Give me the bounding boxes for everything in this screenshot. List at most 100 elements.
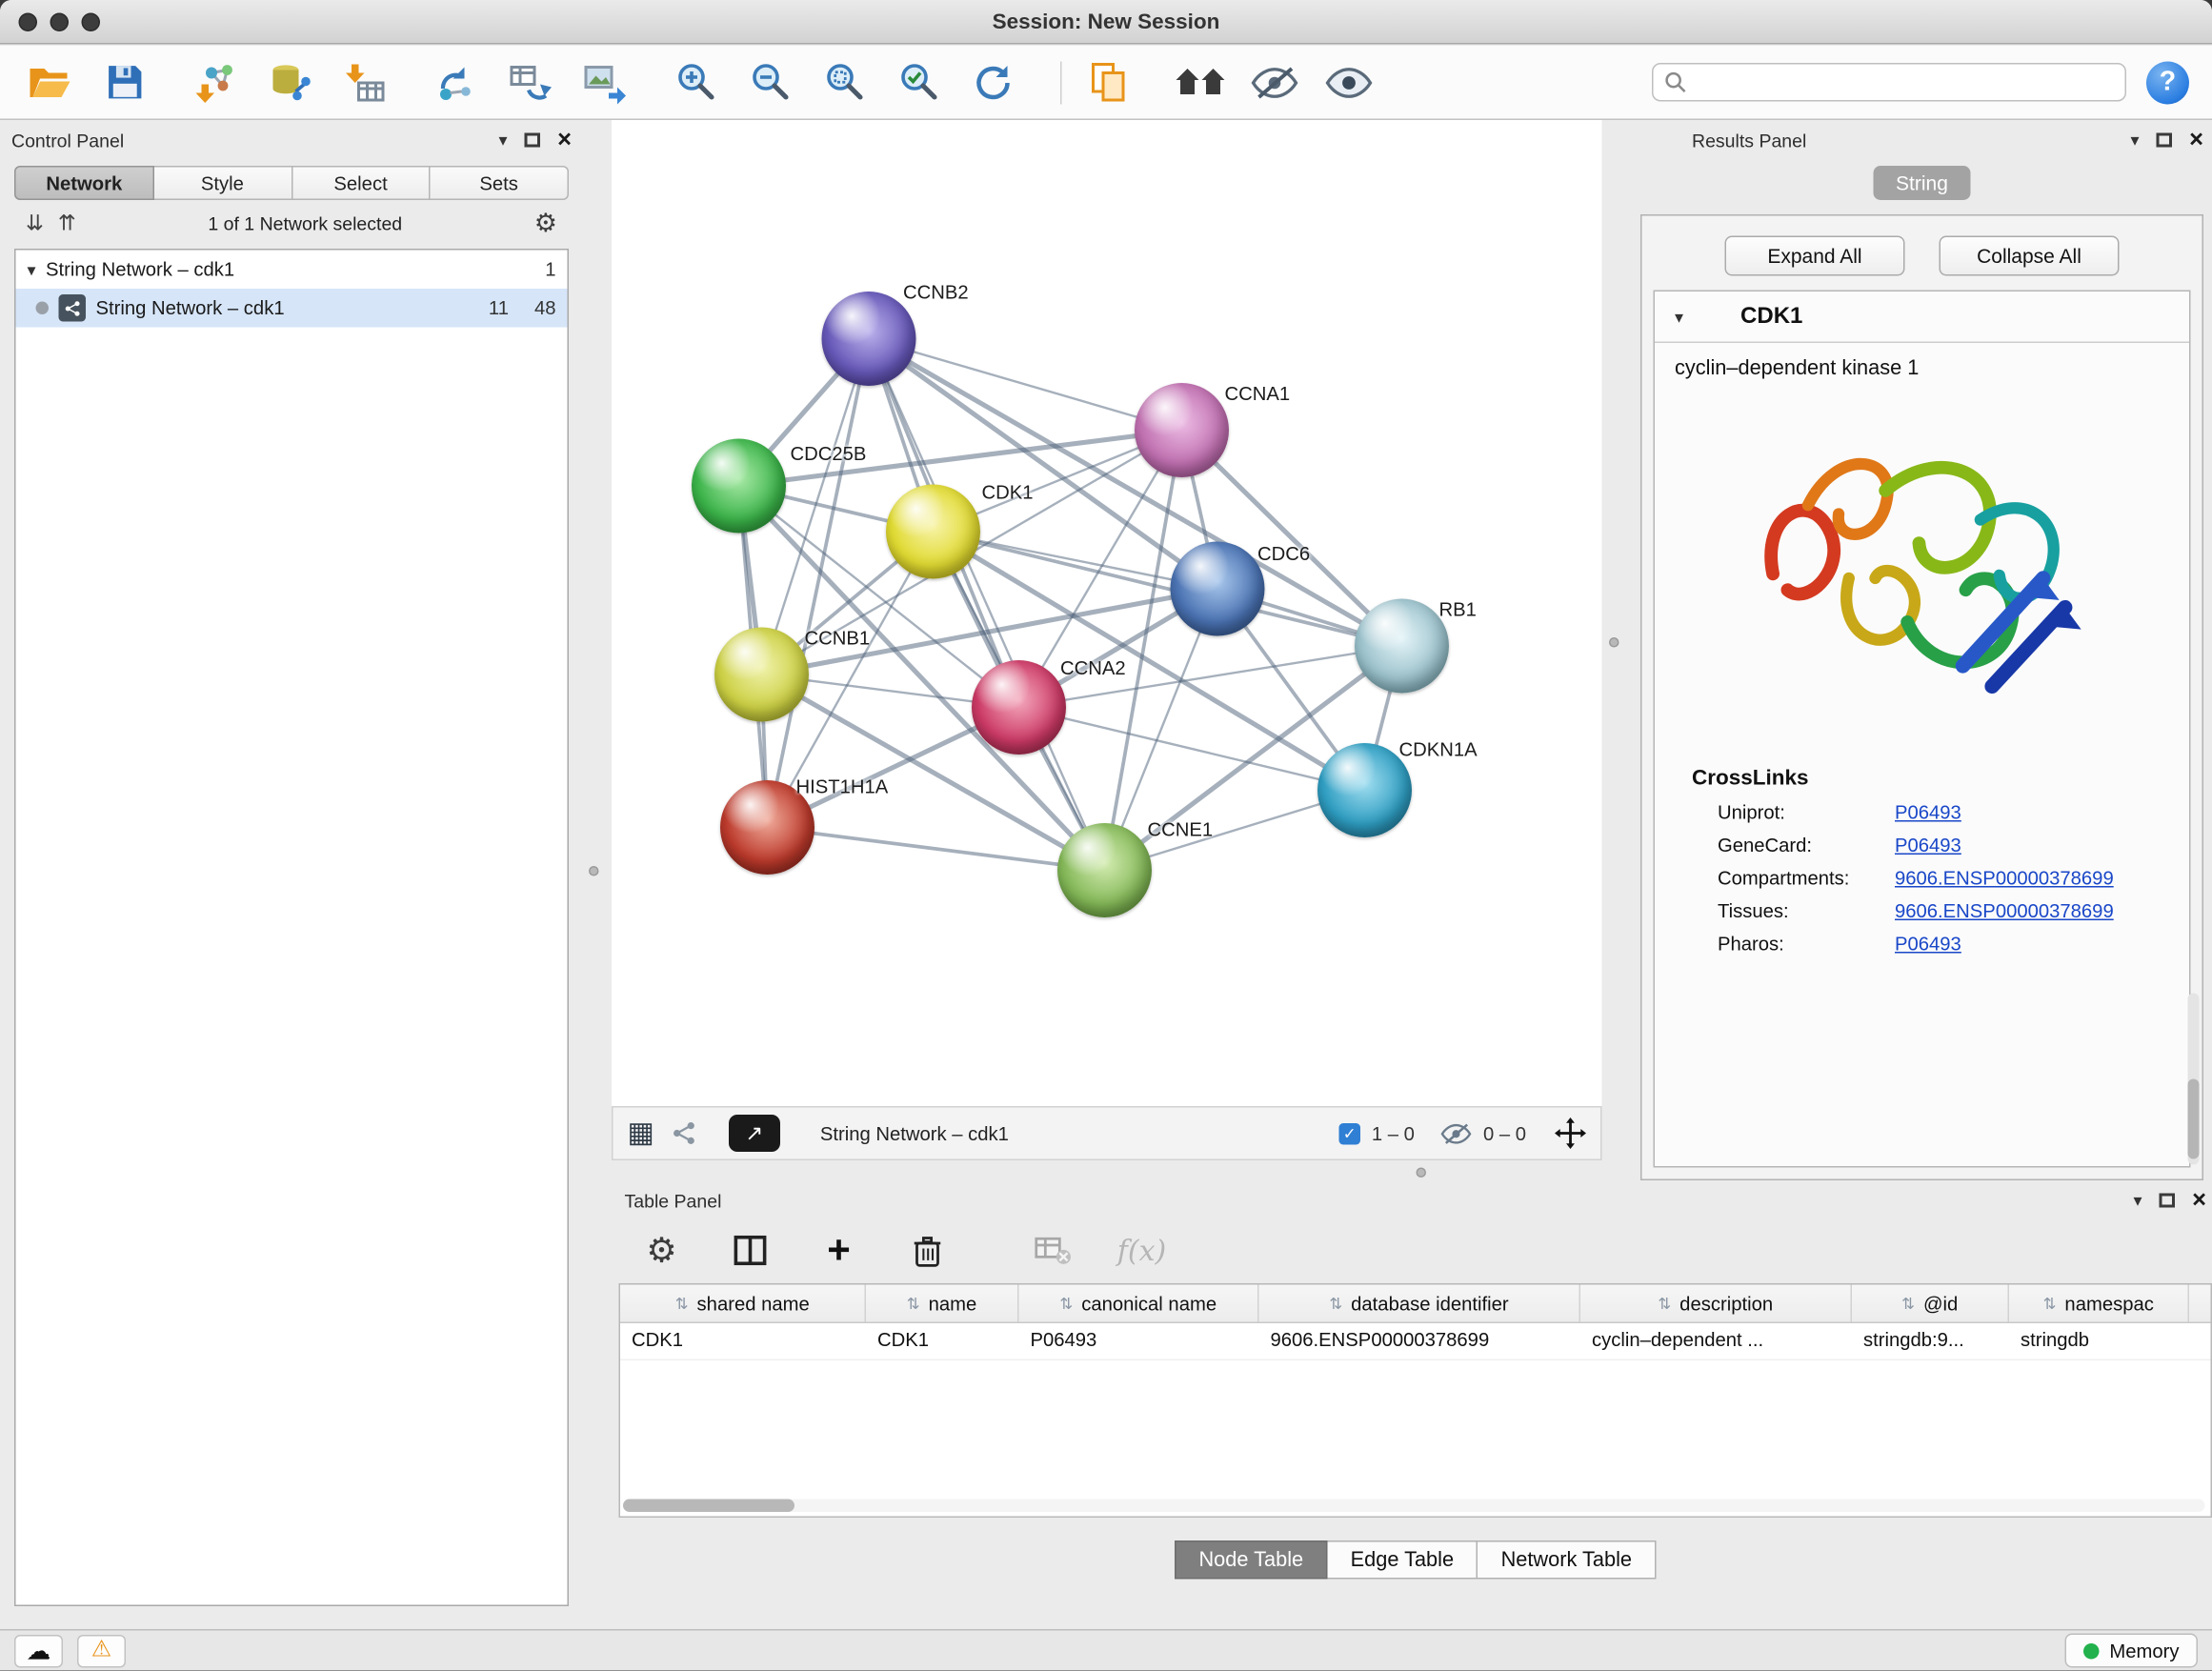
tab-sets[interactable]: Sets xyxy=(431,166,569,200)
maximize-window-button[interactable] xyxy=(82,13,101,32)
crosslink-value-link[interactable]: P06493 xyxy=(1895,835,1961,856)
move-crosshair-icon[interactable] xyxy=(1555,1117,1586,1149)
show-columns-icon[interactable] xyxy=(728,1228,774,1274)
table-settings-gear-icon[interactable]: ⚙ xyxy=(639,1228,685,1274)
tab-network[interactable]: Network xyxy=(14,166,154,200)
network-node-cdk1[interactable] xyxy=(886,485,980,579)
birds-eye-view-button[interactable]: ↗ xyxy=(729,1115,780,1152)
panel-menu-icon[interactable]: ▾ xyxy=(499,131,508,151)
selected-checkbox-icon[interactable]: ✓ xyxy=(1338,1122,1360,1144)
splitter-handle[interactable] xyxy=(589,866,599,876)
table-horizontal-scrollbar[interactable] xyxy=(623,1500,2205,1513)
new-network-from-selection-button[interactable] xyxy=(429,55,483,110)
table-tabs: Node TableEdge TableNetwork Table xyxy=(619,1540,2212,1580)
float-panel-icon[interactable] xyxy=(525,133,541,148)
column-header[interactable]: ⇅name xyxy=(866,1285,1019,1322)
sort-icon: ⇅ xyxy=(1901,1294,1915,1313)
tab-edge-table[interactable]: Edge Table xyxy=(1328,1540,1478,1580)
column-header[interactable]: ⇅namespac xyxy=(2009,1285,2189,1322)
tab-string[interactable]: String xyxy=(1873,166,1971,200)
first-neighbors-button[interactable] xyxy=(1174,55,1228,110)
warnings-button[interactable]: ⚠ xyxy=(77,1634,126,1667)
network-node-cdc6[interactable] xyxy=(1171,542,1265,636)
tab-node-table[interactable]: Node Table xyxy=(1175,1540,1328,1580)
import-network-from-file-button[interactable] xyxy=(189,55,243,110)
zoom-in-button[interactable] xyxy=(669,55,723,110)
delete-column-icon[interactable] xyxy=(905,1228,951,1274)
crosslink-value-link[interactable]: 9606.ENSP00000378699 xyxy=(1895,868,2114,890)
save-session-button[interactable] xyxy=(97,55,151,110)
column-header[interactable]: ⇅description xyxy=(1580,1285,1852,1322)
column-header[interactable]: ⇅canonical name xyxy=(1019,1285,1259,1322)
panel-menu-icon[interactable]: ▾ xyxy=(2131,131,2140,151)
zoom-out-button[interactable] xyxy=(743,55,797,110)
crosslink-value-link[interactable]: 9606.ENSP00000378699 xyxy=(1895,900,2114,922)
collapse-all-networks-icon[interactable]: ⇈ xyxy=(58,211,76,236)
share-network-icon[interactable] xyxy=(672,1120,697,1146)
network-node-ccna2[interactable] xyxy=(972,660,1066,755)
float-panel-icon[interactable] xyxy=(2160,1194,2176,1208)
network-edge[interactable] xyxy=(768,339,870,828)
column-header[interactable]: ⇅shared name xyxy=(620,1285,866,1322)
tab-network-table[interactable]: Network Table xyxy=(1478,1540,1657,1580)
network-row[interactable]: String Network – cdk1 11 48 xyxy=(16,289,568,328)
network-canvas[interactable]: CCNB2CCNA1CDC25BCDK1CDC6RB1CCNB1CCNA2CDK… xyxy=(612,120,1602,1106)
network-node-ccna1[interactable] xyxy=(1135,383,1229,477)
results-scrollbar-thumb[interactable] xyxy=(2188,1079,2200,1159)
network-node-ccnb2[interactable] xyxy=(822,292,916,386)
hide-selected-button[interactable] xyxy=(1248,55,1302,110)
tab-style[interactable]: Style xyxy=(154,166,292,200)
search-input[interactable] xyxy=(1695,70,2114,95)
grid-view-icon[interactable]: ▦ xyxy=(628,1119,654,1148)
collapse-all-button[interactable]: Collapse All xyxy=(1940,236,2120,276)
minimize-window-button[interactable] xyxy=(50,13,70,32)
expand-all-networks-icon[interactable]: ⇊ xyxy=(26,211,44,236)
float-panel-icon[interactable] xyxy=(2157,133,2173,148)
splitter-handle[interactable] xyxy=(1609,637,1619,648)
close-window-button[interactable] xyxy=(19,13,38,32)
crosslink-value-link[interactable]: P06493 xyxy=(1895,934,1961,956)
close-panel-icon[interactable]: × xyxy=(2189,133,2203,148)
tab-select[interactable]: Select xyxy=(292,166,431,200)
open-session-button[interactable] xyxy=(23,55,77,110)
table-scrollbar-thumb[interactable] xyxy=(623,1500,794,1513)
network-node-ccnb1[interactable] xyxy=(714,628,809,722)
network-node-label: CDK1 xyxy=(982,482,1034,504)
refresh-view-button[interactable] xyxy=(966,55,1020,110)
copy-button[interactable] xyxy=(1082,55,1136,110)
add-column-icon[interactable]: + xyxy=(816,1228,862,1274)
zoom-fit-button[interactable] xyxy=(817,55,872,110)
zoom-selected-button[interactable] xyxy=(892,55,946,110)
close-panel-icon[interactable]: × xyxy=(2192,1194,2206,1208)
section-collapse-icon[interactable]: ▾ xyxy=(1675,307,1683,327)
network-collection-row[interactable]: ▾ String Network – cdk1 1 xyxy=(16,251,568,290)
column-header[interactable]: ⇅@id xyxy=(1852,1285,2009,1322)
close-panel-icon[interactable]: × xyxy=(557,133,572,148)
network-node-rb1[interactable] xyxy=(1355,599,1449,694)
splitter-handle[interactable] xyxy=(1417,1168,1427,1178)
results-scrollbar[interactable] xyxy=(2188,994,2200,1165)
arrow-out-icon: ↗ xyxy=(745,1120,763,1146)
import-table-from-file-button[interactable] xyxy=(337,55,392,110)
network-edge[interactable] xyxy=(869,339,1182,431)
network-node-ccne1[interactable] xyxy=(1057,823,1152,917)
column-header[interactable]: ⇅database identifier xyxy=(1259,1285,1581,1322)
network-node-cdc25b[interactable] xyxy=(692,439,786,534)
crosslink-value-link[interactable]: P06493 xyxy=(1895,802,1961,824)
table-to-network-button[interactable] xyxy=(503,55,557,110)
network-edge[interactable] xyxy=(869,339,1105,871)
network-node-cdkn1a[interactable] xyxy=(1317,743,1412,837)
panel-menu-icon[interactable]: ▾ xyxy=(2134,1191,2142,1211)
network-edge[interactable] xyxy=(768,828,1105,871)
expand-all-button[interactable]: Expand All xyxy=(1725,236,1905,276)
import-network-from-database-button[interactable] xyxy=(263,55,317,110)
collection-expand-icon[interactable]: ▾ xyxy=(28,259,36,279)
help-button[interactable]: ? xyxy=(2146,61,2189,104)
show-all-button[interactable] xyxy=(1322,55,1377,110)
table-cell: CDK1 xyxy=(866,1323,1019,1359)
table-row[interactable]: CDK1CDK1P064939606.ENSP00000378699cyclin… xyxy=(620,1323,2211,1360)
cloud-button[interactable]: ☁ xyxy=(14,1634,63,1667)
memory-button[interactable]: Memory xyxy=(2065,1634,2198,1668)
export-image-button[interactable] xyxy=(577,55,632,110)
network-options-gear-icon[interactable]: ⚙ xyxy=(534,208,557,238)
